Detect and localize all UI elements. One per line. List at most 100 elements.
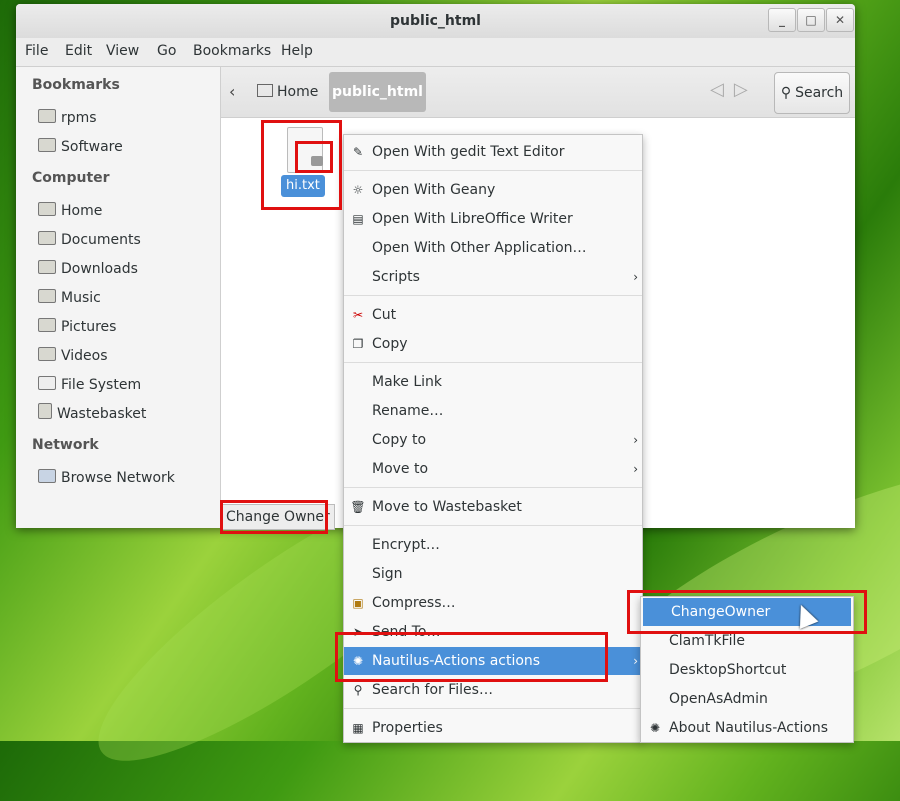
sidebar-item-label: Downloads xyxy=(61,261,138,277)
chevron-right-icon: › xyxy=(633,462,638,476)
sidebar-heading-network: Network xyxy=(32,437,99,453)
videos-folder-icon xyxy=(38,347,56,361)
network-icon xyxy=(38,469,56,483)
menu-bookmarks[interactable]: Bookmarks xyxy=(193,43,271,59)
menu-item-make-link[interactable]: Make Link xyxy=(344,368,642,396)
menu-item-open-geany[interactable]: ☼ Open With Geany xyxy=(344,176,642,204)
menu-go[interactable]: Go xyxy=(157,43,176,59)
maximize-button[interactable]: □ xyxy=(797,8,825,32)
sidebar-item-videos[interactable]: Videos xyxy=(38,345,108,367)
menu-item-rename[interactable]: Rename… xyxy=(344,397,642,425)
search-button-label: Search xyxy=(795,85,844,101)
sidebar-item-label: Music xyxy=(61,290,101,306)
home-icon xyxy=(257,84,273,97)
menu-bar: File Edit View Go Bookmarks Help xyxy=(16,38,855,67)
properties-icon: ▦ xyxy=(352,721,364,735)
sidebar-item-label: File System xyxy=(61,377,142,393)
sidebar-item-wastebasket[interactable]: Wastebasket xyxy=(38,403,146,425)
annotation-box-nautilus-actions xyxy=(335,632,608,682)
sidebar-item-pictures[interactable]: Pictures xyxy=(38,316,116,338)
sidebar-item-label: Pictures xyxy=(61,319,117,335)
sidebar-item-label: Wastebasket xyxy=(57,406,147,422)
gedit-icon: ✎ xyxy=(352,145,364,159)
sidebar-heading-bookmarks: Bookmarks xyxy=(32,77,120,93)
sidebar-item-rpms[interactable]: rpms xyxy=(38,107,97,129)
home-folder-icon xyxy=(38,202,56,216)
menu-item-scripts[interactable]: Scripts › xyxy=(344,263,642,291)
sidebar-heading-computer: Computer xyxy=(32,170,110,186)
menu-item-open-writer[interactable]: ▤ Open With LibreOffice Writer xyxy=(344,205,642,233)
chevron-right-icon: › xyxy=(633,654,638,668)
sidebar-item-browse-network[interactable]: Browse Network xyxy=(38,467,175,489)
separator xyxy=(344,362,642,363)
downloads-folder-icon xyxy=(38,260,56,274)
nav-arrows-icon[interactable]: ◁▷ xyxy=(710,79,758,100)
sidebar-item-label: Home xyxy=(61,203,103,219)
chevron-right-icon: › xyxy=(633,433,638,447)
breadcrumb-current[interactable]: public_html xyxy=(329,72,426,112)
title-bar[interactable]: public_html _ □ ✕ xyxy=(16,4,855,38)
sidebar-item-label: rpms xyxy=(61,110,97,126)
drive-icon xyxy=(38,376,56,390)
copy-icon: ❐ xyxy=(352,337,364,351)
path-bar: ‹ Home public_html ◁▷ ⚲ Search xyxy=(221,67,855,118)
annotation-box-lock xyxy=(295,141,333,173)
menu-item-cut[interactable]: ✂ Cut xyxy=(344,301,642,329)
documents-folder-icon xyxy=(38,231,56,245)
separator xyxy=(344,170,642,171)
window-title: public_html xyxy=(390,13,481,29)
menu-view[interactable]: View xyxy=(106,43,139,59)
sidebar-item-home[interactable]: Home xyxy=(38,200,102,222)
menu-edit[interactable]: Edit xyxy=(65,43,92,59)
back-chevron-icon[interactable]: ‹ xyxy=(229,82,235,101)
menu-item-copy-to[interactable]: Copy to › xyxy=(344,426,642,454)
submenu-item-desktopshortcut[interactable]: DesktopShortcut xyxy=(641,656,853,684)
menu-item-compress[interactable]: ▣ Compress… xyxy=(344,589,642,617)
geany-icon: ☼ xyxy=(352,183,364,197)
menu-file[interactable]: File xyxy=(25,43,48,59)
separator xyxy=(344,525,642,526)
sidebar-item-downloads[interactable]: Downloads xyxy=(38,258,138,280)
submenu-item-openasadmin[interactable]: OpenAsAdmin xyxy=(641,685,853,713)
sidebar: Bookmarks rpms Software Computer Home Do… xyxy=(16,67,221,528)
trash-icon xyxy=(38,403,52,419)
annotation-box-status xyxy=(220,500,328,534)
search-button[interactable]: ⚲ Search xyxy=(774,72,850,114)
sidebar-item-label: Videos xyxy=(61,348,108,364)
magnifier-icon: ⚲ xyxy=(780,85,792,101)
nautilus-actions-icon: ✺ xyxy=(649,721,661,735)
menu-item-move-to-wastebasket[interactable]: 🗑 Move to Wastebasket xyxy=(344,493,642,521)
sidebar-item-label: Documents xyxy=(61,232,141,248)
sidebar-item-music[interactable]: Music xyxy=(38,287,101,309)
close-button[interactable]: ✕ xyxy=(826,8,854,32)
separator xyxy=(344,487,642,488)
submenu-item-about[interactable]: ✺ About Nautilus-Actions xyxy=(641,714,853,742)
sidebar-item-label: Software xyxy=(61,139,123,155)
menu-help[interactable]: Help xyxy=(281,43,313,59)
menu-item-copy[interactable]: ❐ Copy xyxy=(344,330,642,358)
menu-item-encrypt[interactable]: Encrypt… xyxy=(344,531,642,559)
breadcrumb-home[interactable]: Home xyxy=(257,79,318,105)
breadcrumb-home-label: Home xyxy=(277,84,319,100)
writer-icon: ▤ xyxy=(352,212,364,226)
separator xyxy=(344,295,642,296)
search-icon: ⚲ xyxy=(353,683,363,697)
menu-item-open-gedit[interactable]: ✎ Open With gedit Text Editor xyxy=(344,138,642,166)
music-folder-icon xyxy=(38,289,56,303)
sidebar-item-label: Browse Network xyxy=(61,470,175,486)
scissors-icon: ✂ xyxy=(352,308,364,322)
trash-icon: 🗑 xyxy=(350,500,366,514)
minimize-button[interactable]: _ xyxy=(768,8,796,32)
annotation-box-changeowner xyxy=(627,590,867,634)
folder-icon xyxy=(38,109,56,123)
menu-item-properties[interactable]: ▦ Properties xyxy=(344,714,642,742)
sidebar-item-file-system[interactable]: File System xyxy=(38,374,141,396)
menu-item-sign[interactable]: Sign xyxy=(344,560,642,588)
menu-item-open-other[interactable]: Open With Other Application… xyxy=(344,234,642,262)
pictures-folder-icon xyxy=(38,318,56,332)
chevron-right-icon: › xyxy=(633,270,638,284)
sidebar-item-documents[interactable]: Documents xyxy=(38,229,141,251)
menu-item-move-to[interactable]: Move to › xyxy=(344,455,642,483)
archive-icon: ▣ xyxy=(352,596,364,610)
sidebar-item-software[interactable]: Software xyxy=(38,136,123,158)
